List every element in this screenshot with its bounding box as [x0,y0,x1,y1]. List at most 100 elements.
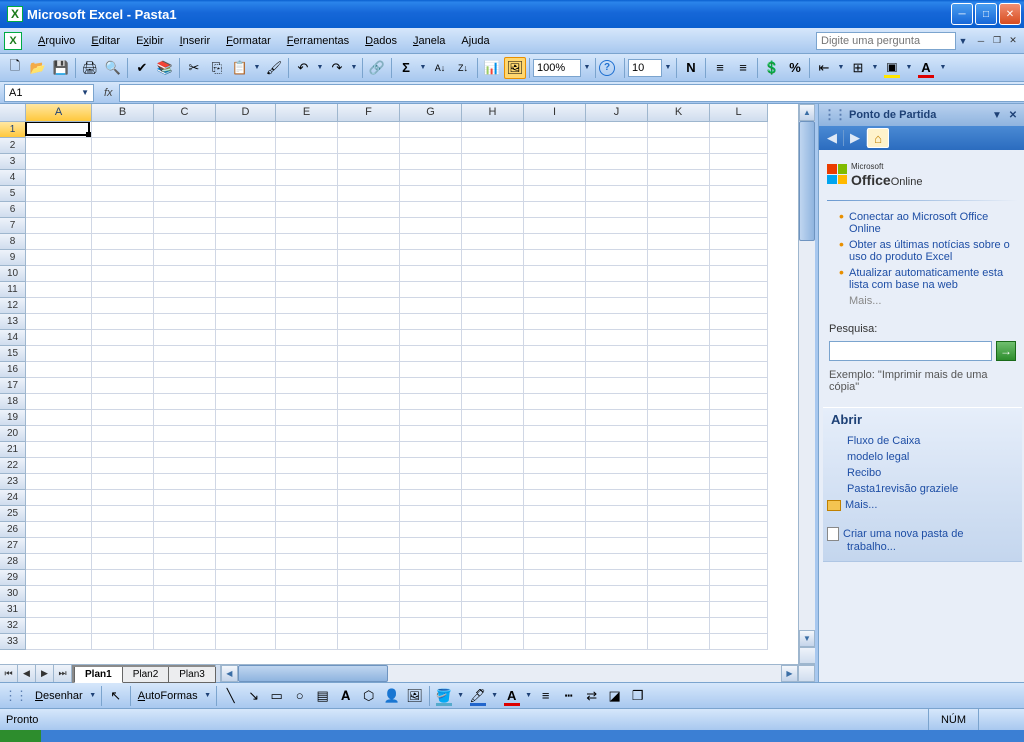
cell[interactable] [710,138,768,154]
cell[interactable] [462,138,524,154]
cell[interactable] [462,602,524,618]
cell[interactable] [154,634,216,650]
cell[interactable] [154,218,216,234]
cell[interactable] [276,618,338,634]
cell[interactable] [26,618,92,634]
borders-icon[interactable]: ⊞ [847,57,869,79]
cell[interactable] [216,586,276,602]
cell[interactable] [400,346,462,362]
cell[interactable] [216,234,276,250]
cell[interactable] [92,234,154,250]
cell[interactable] [524,250,586,266]
cell[interactable] [710,474,768,490]
cell[interactable] [26,282,92,298]
cell[interactable] [400,362,462,378]
cell[interactable] [216,506,276,522]
cell[interactable] [276,346,338,362]
cell[interactable] [524,602,586,618]
cell[interactable] [586,186,648,202]
row-header-20[interactable]: 20 [0,426,26,442]
cell[interactable] [276,202,338,218]
col-header-C[interactable]: C [154,104,216,122]
cell[interactable] [338,522,400,538]
cell[interactable] [648,234,710,250]
cell[interactable] [710,378,768,394]
cell[interactable] [400,426,462,442]
vertical-scrollbar[interactable]: ▲ ▼ [798,104,815,664]
cell[interactable] [648,458,710,474]
cell[interactable] [216,154,276,170]
cell[interactable] [276,442,338,458]
row-header-8[interactable]: 8 [0,234,26,250]
currency-icon[interactable]: 💲 [761,57,783,79]
cell[interactable] [462,522,524,538]
cell[interactable] [524,282,586,298]
cell[interactable] [26,330,92,346]
cell[interactable] [216,330,276,346]
cell[interactable] [276,282,338,298]
cell[interactable] [216,538,276,554]
cell[interactable] [462,394,524,410]
diagram-icon[interactable]: ⬡ [358,685,380,707]
cell[interactable] [648,394,710,410]
cell[interactable] [154,458,216,474]
cell[interactable] [92,378,154,394]
cell[interactable] [462,330,524,346]
cell[interactable] [338,266,400,282]
cell[interactable] [586,522,648,538]
cell[interactable] [524,442,586,458]
cell[interactable] [524,506,586,522]
row-header-12[interactable]: 12 [0,298,26,314]
cell[interactable] [586,426,648,442]
row-header-29[interactable]: 29 [0,570,26,586]
cell[interactable] [648,202,710,218]
cell[interactable] [648,314,710,330]
cell[interactable] [276,634,338,650]
clipart-icon[interactable]: 👤 [381,685,403,707]
cell[interactable] [216,346,276,362]
cell[interactable] [154,378,216,394]
cell[interactable] [462,634,524,650]
copy-icon[interactable]: ⎘ [206,57,228,79]
cell[interactable] [462,570,524,586]
fill-color-draw-icon[interactable]: 🪣 [433,685,455,707]
cell[interactable] [92,490,154,506]
row-header-31[interactable]: 31 [0,602,26,618]
menu-editar[interactable]: Editar [83,32,128,50]
taskpane-search-go-icon[interactable]: → [996,341,1016,361]
cell[interactable] [648,474,710,490]
cell[interactable] [400,282,462,298]
cell[interactable] [338,250,400,266]
cell[interactable] [338,218,400,234]
cell[interactable] [524,218,586,234]
cell[interactable] [26,410,92,426]
cell[interactable] [92,218,154,234]
cell[interactable] [400,442,462,458]
mdi-minimize-button[interactable]: ─ [974,34,988,48]
sheet-tab-plan1[interactable]: Plan1 [74,667,123,683]
oval-icon[interactable]: ○ [289,685,311,707]
cell[interactable] [338,282,400,298]
research-icon[interactable]: 📚 [154,57,176,79]
recent-file-link[interactable]: Recibo [847,467,1014,479]
cell[interactable] [154,538,216,554]
cell[interactable] [710,314,768,330]
cell[interactable] [524,138,586,154]
cell[interactable] [154,282,216,298]
cell[interactable] [710,234,768,250]
cell[interactable] [216,442,276,458]
cell[interactable] [216,282,276,298]
cell[interactable] [586,394,648,410]
active-cell-cursor[interactable] [25,122,90,136]
cell[interactable] [276,506,338,522]
cell[interactable] [586,442,648,458]
cell[interactable] [586,314,648,330]
row-header-14[interactable]: 14 [0,330,26,346]
cell[interactable] [276,314,338,330]
cell[interactable] [276,218,338,234]
cell[interactable] [216,570,276,586]
cell[interactable] [276,570,338,586]
cell[interactable] [400,154,462,170]
cell[interactable] [648,538,710,554]
help-dropdown-icon[interactable]: ▼ [956,36,970,46]
